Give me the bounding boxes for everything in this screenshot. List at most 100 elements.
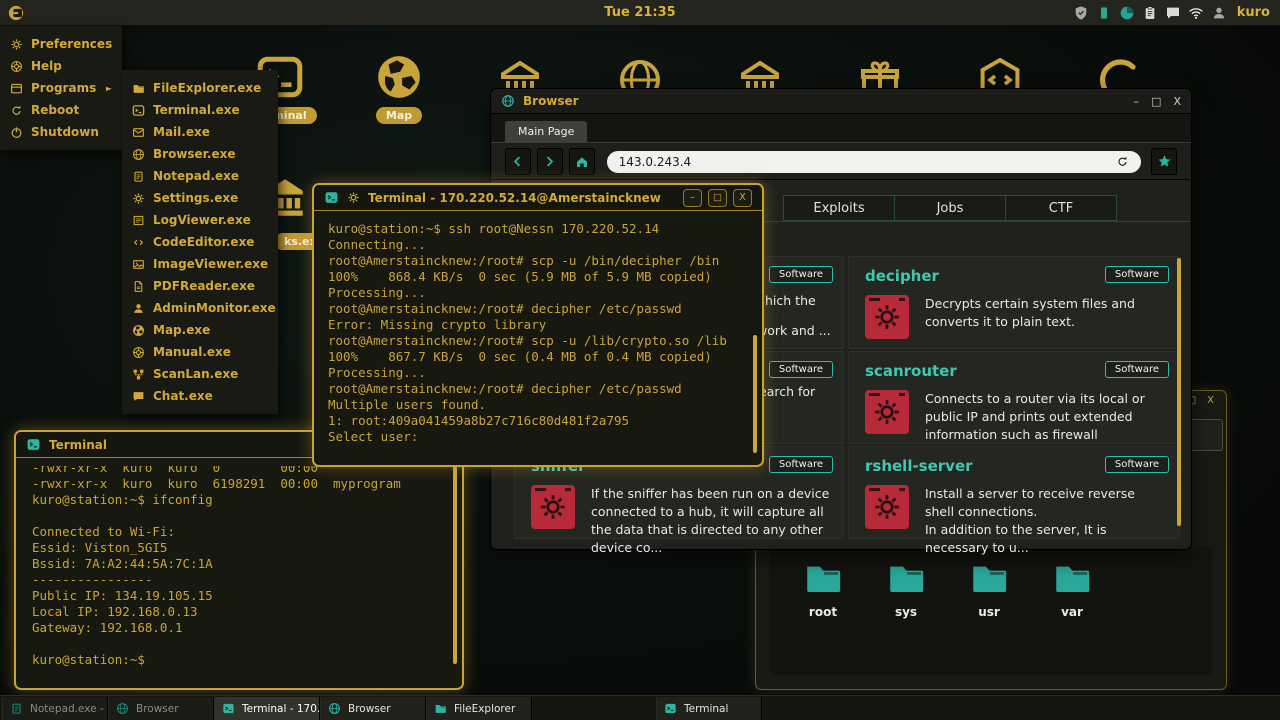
software-title[interactable]: rshell-server (865, 457, 973, 475)
terminal-output[interactable]: kuro@station:~$ ssh root@Nessn 170.220.5… (328, 221, 746, 457)
browser-tab-main-page[interactable]: Main Page (505, 121, 587, 142)
programs-submenu: FileExplorer.exeTerminal.exeMail.exe Brow… (122, 70, 278, 414)
minimize-button[interactable]: – (1134, 95, 1140, 108)
software-badge: Software (1105, 456, 1169, 473)
submenu-item-label: Manual.exe (153, 345, 231, 359)
username[interactable]: kuro (1237, 5, 1270, 20)
submenu-item-adminmonitor-exe[interactable]: AdminMonitor.exe (122, 297, 278, 319)
taskbar: Notepad.exe - /h...BrowserTerminal - 170… (0, 695, 1280, 720)
submenu-item-manual-exe[interactable]: Manual.exe (122, 341, 278, 363)
url-bar[interactable]: 143.0.243.4 (607, 151, 1141, 173)
site-tab-jobs[interactable]: Jobs (894, 195, 1006, 221)
submenu-item-notepad-exe[interactable]: Notepad.exe (122, 165, 278, 187)
refresh-icon[interactable] (1116, 155, 1129, 168)
menu-item-reboot[interactable]: Reboot (0, 99, 122, 121)
taskbar-item-browser[interactable]: Browser (320, 697, 426, 720)
url-text: 143.0.243.4 (619, 155, 692, 169)
maximize-button[interactable]: □ (1151, 95, 1161, 108)
software-title[interactable]: scanrouter (865, 362, 957, 380)
taskbar-item-notepad-exe-h[interactable]: Notepad.exe - /h... (2, 697, 108, 720)
submenu-item-codeeditor-exe[interactable]: CodeEditor.exe (122, 231, 278, 253)
submenu-item-scanlan-exe[interactable]: ScanLan.exe (122, 363, 278, 385)
menu-item-programs[interactable]: Programs► (0, 77, 122, 99)
person-icon (132, 302, 145, 315)
terminal-titlebar[interactable]: Terminal - 170.220.52.14@Amerstaincknew … (314, 185, 762, 211)
terminal-output[interactable]: -rwxr-xr-x kuro kuro 0 00:00-rwxr-xr-x k… (32, 466, 446, 680)
clipboard-icon[interactable] (1142, 5, 1158, 21)
globe-icon (501, 94, 515, 108)
desktop-icon-map[interactable]: Map (356, 52, 442, 124)
submenu-item-terminal-exe[interactable]: Terminal.exe (122, 99, 278, 121)
forward-button[interactable] (537, 148, 563, 175)
taskbar-item-terminal-170-22[interactable]: Terminal - 170.22... (214, 697, 320, 720)
software-card-rshell-server[interactable]: rshell-serverSoftwareInstall a server to… (848, 446, 1180, 539)
taskbar-item-browser[interactable]: Browser (108, 697, 214, 720)
desktop-icon-label: Map (376, 107, 422, 124)
software-badge: Software (769, 456, 833, 473)
software-title[interactable]: decipher (865, 267, 939, 285)
site-tab-ctf[interactable]: CTF (1005, 195, 1117, 221)
wifi-icon[interactable] (1188, 5, 1204, 21)
terminal-scrollbar[interactable] (453, 452, 457, 664)
software-card-decipher[interactable]: decipherSoftwareDecrypts certain system … (848, 256, 1180, 349)
taskbar-item-terminal[interactable]: Terminal (656, 697, 762, 720)
file-explorer-scroll-box[interactable] (1187, 419, 1223, 451)
submenu-item-imageviewer-exe[interactable]: ImageViewer.exe (122, 253, 278, 275)
submenu-item-map-exe[interactable]: Map.exe (122, 319, 278, 341)
maximize-button[interactable]: □ (708, 189, 727, 207)
terminal-scrollbar[interactable] (753, 335, 757, 453)
avatar-icon[interactable] (1211, 5, 1227, 21)
submenu-item-logviewer-exe[interactable]: LogViewer.exe (122, 209, 278, 231)
software-badge: Software (1105, 361, 1169, 378)
folder-usr[interactable]: usr (958, 557, 1020, 675)
submenu-item-label: Browser.exe (153, 147, 235, 161)
browser-titlebar[interactable]: Browser – □ X (491, 89, 1191, 114)
submenu-item-label: LogViewer.exe (153, 213, 251, 227)
menu-item-preferences[interactable]: Preferences (0, 33, 122, 55)
chat-icon (132, 390, 145, 403)
battery-icon (1096, 5, 1112, 21)
submenu-item-fileexplorer-exe[interactable]: FileExplorer.exe (122, 77, 278, 99)
page-scrollbar[interactable] (1177, 258, 1181, 526)
software-badge: Software (769, 361, 833, 378)
folder-var[interactable]: var (1041, 557, 1103, 675)
menu-item-shutdown[interactable]: Shutdown (0, 121, 122, 143)
globe-icon (328, 702, 341, 715)
close-button[interactable]: X (733, 189, 752, 207)
submenu-item-settings-exe[interactable]: Settings.exe (122, 187, 278, 209)
folder-label: usr (978, 605, 1000, 619)
shield-check-icon[interactable] (1073, 5, 1089, 21)
close-button[interactable]: X (1173, 95, 1181, 108)
close-button[interactable]: X (1207, 395, 1214, 406)
home-button[interactable] (569, 148, 595, 175)
submenu-item-browser-exe[interactable]: Browser.exe (122, 143, 278, 165)
disk-usage-icon[interactable] (1119, 5, 1135, 21)
bookmark-button[interactable] (1151, 148, 1177, 175)
submenu-item-mail-exe[interactable]: Mail.exe (122, 121, 278, 143)
folder-icon (885, 557, 927, 599)
software-description-fragment: work and ... (757, 323, 831, 338)
folder-root[interactable]: root (792, 557, 854, 675)
minimize-button[interactable]: – (683, 189, 702, 207)
terminal-line: kuro@station:~$ (32, 652, 446, 668)
taskbar-item-label: FileExplorer (454, 703, 515, 715)
lifebuoy-icon (10, 60, 23, 73)
battery-icon[interactable] (1096, 5, 1112, 21)
folder-icon (434, 702, 447, 715)
taskbar-item-fileexplorer[interactable]: FileExplorer (426, 697, 532, 720)
folder-sys[interactable]: sys (875, 557, 937, 675)
chat-icon[interactable] (1165, 5, 1181, 21)
submenu-item-pdfreader-exe[interactable]: PDFReader.exe (122, 275, 278, 297)
terminal-line: 100% 868.4 KB/s 0 sec (5.9 MB of 5.9 MB … (328, 269, 746, 285)
submenu-item-chat-exe[interactable]: Chat.exe (122, 385, 278, 407)
browser-toolbar: 143.0.243.4 (491, 143, 1191, 180)
menu-item-label: Help (31, 59, 62, 73)
software-card-scanrouter[interactable]: scanrouterSoftwareConnects to a router v… (848, 351, 1180, 444)
menu-item-help[interactable]: Help (0, 55, 122, 77)
window-title: Browser (523, 94, 579, 108)
site-tab-exploits[interactable]: Exploits (783, 195, 895, 221)
back-button[interactable] (505, 148, 531, 175)
home-icon (575, 155, 589, 169)
software-app-icon (865, 390, 909, 434)
gear-icon[interactable] (347, 191, 360, 204)
